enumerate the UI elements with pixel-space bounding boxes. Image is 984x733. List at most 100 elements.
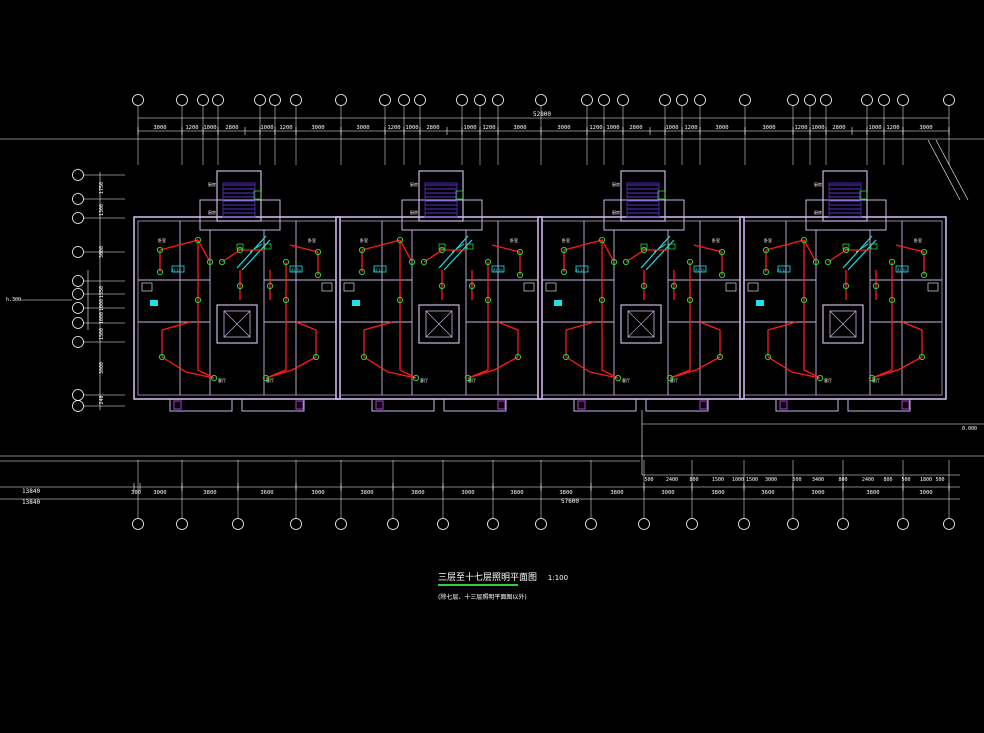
drawing-title-row: 三层至十七层照明平面图 1:100: [438, 570, 568, 583]
room-label: 卧室: [510, 237, 518, 243]
left-dim-value: 1500: [99, 328, 105, 340]
wire-run: [491, 244, 521, 253]
apartment-module: AL1a AL1b卧室 卧室客厅 客厅厨房厨房: [133, 170, 341, 412]
wire-run: [399, 240, 417, 379]
riser-line: [847, 239, 877, 271]
top-dim-value: 2800: [832, 125, 845, 131]
wire-run: [565, 356, 619, 379]
panel-label: AL1b: [291, 268, 301, 273]
wire-run: [669, 262, 691, 379]
axis-bubble-bottom: [638, 518, 650, 530]
top-dim-value: 1200: [279, 125, 292, 131]
left-dim-value: 3000: [99, 246, 105, 258]
axis-bubble-left: [72, 288, 84, 300]
axis-bubble-top: [290, 94, 302, 106]
top-dim-value: 3000: [513, 125, 526, 131]
axis-grid: [72, 94, 955, 530]
bottom-dim-value: 3800: [610, 490, 623, 496]
axis-bubble-bottom: [897, 518, 909, 530]
axis-bubble-top: [132, 94, 144, 106]
bottom-dim-value: 3800: [510, 490, 523, 496]
left-dim-1: 13840: [22, 488, 40, 495]
balcony-drain: [699, 400, 708, 410]
wire-run: [221, 249, 264, 263]
axis-bubble-top: [197, 94, 209, 106]
balcony-drain: [173, 400, 182, 410]
axis-bubble-left: [72, 302, 84, 314]
basin-fixture: [756, 300, 764, 306]
bottom-sub-dim-value: 3000: [765, 477, 777, 483]
top-dim-value: 3000: [311, 125, 324, 131]
wire-run: [699, 321, 721, 357]
bottom-dim-value: 3000: [153, 490, 166, 496]
axis-bubble-top: [694, 94, 706, 106]
room-label: 卧室: [360, 237, 368, 243]
bottom-sub-dim-value: 800: [838, 477, 847, 483]
axis-bubble-top: [176, 94, 188, 106]
panel-label: AL1b: [897, 268, 907, 273]
axis-bubble-top: [897, 94, 909, 106]
drawing-subtitle: (除七层、十三层照明平面图以外): [438, 594, 527, 601]
bottom-dim-value: 3000: [661, 490, 674, 496]
title-underline: [438, 584, 518, 586]
room-label: 厨房: [814, 209, 822, 215]
wire-run: [693, 244, 723, 253]
axis-bubble-top: [335, 94, 347, 106]
axis-bubble-bottom: [232, 518, 244, 530]
bottom-dim-value: 3000: [811, 490, 824, 496]
top-dim-value: 3000: [153, 125, 166, 131]
room-label: 卧室: [914, 237, 922, 243]
axis-bubble-top: [456, 94, 468, 106]
bottom-sub-dim-value: 500: [901, 477, 910, 483]
balcony: [241, 398, 305, 412]
top-dim-value: 1200: [185, 125, 198, 131]
wire-run: [803, 240, 821, 379]
apartment-module: AL1a AL1b卧室 卧室客厅 客厅厨房厨房: [335, 170, 543, 412]
axis-bubble-left: [72, 212, 84, 224]
axis-bubble-top: [804, 94, 816, 106]
axis-bubble-bottom: [943, 518, 955, 530]
bottom-sub-dim-value: 800: [689, 477, 698, 483]
axis-bubble-top: [414, 94, 426, 106]
axis-bubble-top: [878, 94, 890, 106]
wire-run: [265, 262, 287, 379]
top-dim-value: 1000: [203, 125, 216, 131]
axis-bubble-top: [474, 94, 486, 106]
wire-run: [161, 356, 215, 379]
balcony: [847, 398, 911, 412]
left-dim-value: 1000: [99, 312, 105, 324]
elevation-right: 0.000: [962, 426, 977, 432]
balcony-drain: [779, 400, 788, 410]
bottom-dim-value: 3600: [761, 490, 774, 496]
top-dim-value: 1000: [260, 125, 273, 131]
axis-bubble-bottom: [437, 518, 449, 530]
balcony-drain: [375, 400, 384, 410]
axis-bubble-top: [269, 94, 281, 106]
panel-label: AL1a: [373, 268, 383, 273]
bottom-sub-dim-value: 1000: [732, 477, 744, 483]
axis-bubble-top: [581, 94, 593, 106]
axis-bubble-bottom: [176, 518, 188, 530]
bottom-sub-dim-value: 500: [792, 477, 801, 483]
axis-bubble-top: [787, 94, 799, 106]
room-label: 厨房: [208, 181, 216, 187]
wire-run: [563, 239, 615, 263]
axis-bubble-bottom: [387, 518, 399, 530]
axis-bubble-left: [72, 317, 84, 329]
axis-bubble-left: [72, 246, 84, 258]
riser-line: [645, 239, 675, 271]
top-dim-value: 3000: [557, 125, 570, 131]
bottom-dim-value: 3800: [360, 490, 373, 496]
room-label: 卧室: [562, 237, 570, 243]
axis-bubble-left: [72, 389, 84, 401]
axis-bubble-bottom: [487, 518, 499, 530]
wire-run: [827, 249, 870, 263]
axis-bubble-bottom: [585, 518, 597, 530]
axis-bubble-top: [617, 94, 629, 106]
bottom-dim-value: 3000: [461, 490, 474, 496]
bottom-sub-dim-value: 1800: [920, 477, 932, 483]
toilet-fixture: [545, 282, 557, 292]
axis-bubble-left: [72, 400, 84, 412]
basin-fixture: [352, 300, 360, 306]
bottom-dim-value: 3000: [311, 490, 324, 496]
